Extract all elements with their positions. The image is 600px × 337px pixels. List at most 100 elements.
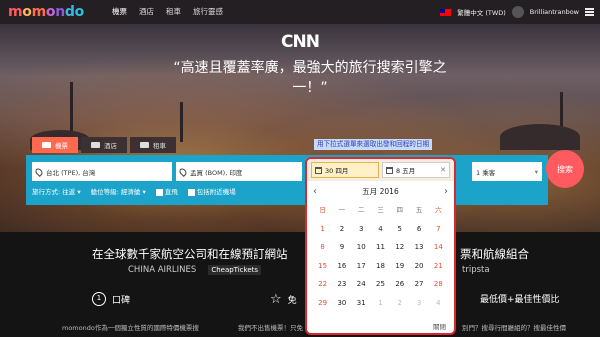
feature-title: 最低價+最佳性價比 xyxy=(480,295,560,305)
tab-flights[interactable]: 機票 xyxy=(32,137,78,153)
calendar-day[interactable]: 6 xyxy=(409,220,428,239)
username[interactable]: Brilliantranbow xyxy=(530,8,579,16)
calendar-day[interactable]: 25 xyxy=(371,275,390,294)
calendar-day[interactable]: 16 xyxy=(332,257,351,276)
depart-date-value: 30 四月 xyxy=(325,167,349,175)
close-calendar-button[interactable]: 關閉 xyxy=(433,321,446,331)
origin-value: 台北 (TPE), 台灣 xyxy=(46,168,96,177)
calendar-day[interactable]: 8 xyxy=(313,238,332,257)
calendar-day[interactable]: 1 xyxy=(371,294,390,313)
star-icon: ☆ xyxy=(270,292,282,307)
weekday-header: 四 xyxy=(396,206,404,214)
direct-label: 直飛 xyxy=(164,188,178,196)
nav-hotels[interactable]: 酒店 xyxy=(139,0,154,26)
calendar-day[interactable]: 15 xyxy=(313,257,332,276)
hamburger-menu-icon[interactable] xyxy=(585,8,594,16)
calendar-day[interactable]: 19 xyxy=(390,257,409,276)
passengers-field[interactable]: 1 乘客 ▾ xyxy=(472,162,542,181)
logo-letter: o xyxy=(22,4,32,20)
calendar-day[interactable]: 14 xyxy=(429,238,448,257)
calendar-day[interactable]: 11 xyxy=(371,238,390,257)
date-picker-popover[interactable]: 30 四月 8 五月 ✕ ‹ 五月 2016 › 日一二三四五六12345678… xyxy=(305,157,456,335)
nearby-label: 包括附近機場 xyxy=(196,188,236,196)
nav-flights[interactable]: 機票 xyxy=(111,0,127,26)
calendar-day[interactable]: 21 xyxy=(429,257,448,276)
search-button[interactable]: 搜索 xyxy=(546,150,584,188)
weekday-header: 日 xyxy=(319,206,326,214)
calendar-grid: 日一二三四五六 1 2 3 4 5 6 7 8 9 10 11 12 13 14 15 16 17 18 19 20 21… xyxy=(307,201,454,312)
momondo-logo[interactable]: momondo xyxy=(8,4,84,20)
calendar-day[interactable]: 13 xyxy=(409,238,428,257)
feature-free: ☆ 免 xyxy=(270,292,297,307)
user-avatar[interactable] xyxy=(511,6,524,18)
tab-label: 機票 xyxy=(55,142,68,150)
calendar-day[interactable]: 3 xyxy=(409,294,428,313)
calendar-day[interactable]: 18 xyxy=(371,257,390,276)
calendar-day[interactable]: 31 xyxy=(352,294,371,313)
tab-hotels[interactable]: 酒店 xyxy=(81,137,127,153)
feature-number: 1 xyxy=(92,292,106,306)
feature-description: 別門？搜尋行間廳組的？搜最佳性價 xyxy=(462,324,566,332)
calendar-day[interactable]: 4 xyxy=(429,294,448,313)
top-right-controls: 繁體中文 (TWD) Brilliantranbow xyxy=(440,0,594,24)
calendar-day[interactable]: 10 xyxy=(352,238,371,257)
top-bar: momondo 機票 酒店 租車 旅行靈感 繁體中文 (TWD) Brillia… xyxy=(0,0,600,26)
calendar-icon xyxy=(315,166,322,174)
calendar-day[interactable]: 3 xyxy=(352,220,371,239)
weekday-header: 三 xyxy=(377,206,384,214)
partner-logos: CHINA AIRLINES CheapTickets xyxy=(128,265,262,275)
depart-date-field[interactable]: 30 四月 xyxy=(311,162,379,178)
feature-best-value: 最低價+最佳性價比 xyxy=(480,292,560,305)
calendar-icon xyxy=(386,166,393,174)
calendar-day[interactable]: 23 xyxy=(332,275,351,294)
feature-title: 免 xyxy=(287,296,297,306)
logo-letter: n xyxy=(55,4,65,20)
destination-field[interactable]: 孟買 (BOM), 印度 xyxy=(176,162,302,181)
calendar-day[interactable]: 12 xyxy=(390,238,409,257)
tripsta-logo: tripsta xyxy=(462,265,490,275)
tab-cars[interactable]: 租車 xyxy=(130,137,176,153)
calendar-day[interactable]: 2 xyxy=(332,220,351,239)
calendar-day[interactable]: 2 xyxy=(390,294,409,313)
tab-label: 租車 xyxy=(153,142,166,150)
search-tabs: 機票 酒店 租車 xyxy=(32,137,176,153)
nav-cars[interactable]: 租車 xyxy=(166,0,181,26)
calendar-day[interactable]: 24 xyxy=(352,275,371,294)
chevron-left-icon[interactable]: ‹ xyxy=(313,186,317,197)
language-selector[interactable]: 繁體中文 (TWD) xyxy=(457,7,506,17)
direct-checkbox[interactable]: 直飛 xyxy=(155,186,178,196)
cabin-class-value: 艙位等級: 經濟艙 xyxy=(90,188,141,196)
calendar-day[interactable]: 29 xyxy=(313,294,332,313)
cheaptickets-logo: CheapTickets xyxy=(208,265,262,275)
return-date-value: 8 五月 xyxy=(396,167,416,175)
nearby-checkbox[interactable]: 包括附近機場 xyxy=(187,186,236,196)
calendar-day[interactable]: 17 xyxy=(352,257,371,276)
location-pin-icon xyxy=(178,166,188,177)
calendar-day[interactable]: 30 xyxy=(332,294,351,313)
weekday-header: 五 xyxy=(415,206,423,214)
chevron-right-icon[interactable]: › xyxy=(444,186,448,197)
return-date-field[interactable]: 8 五月 ✕ xyxy=(382,162,450,178)
nav-inspiration[interactable]: 旅行靈感 xyxy=(193,0,223,26)
calendar-day[interactable]: 4 xyxy=(371,220,390,239)
calendar-day[interactable]: 26 xyxy=(390,275,409,294)
calendar-day[interactable]: 20 xyxy=(409,257,428,276)
chevron-down-icon: ▾ xyxy=(534,167,538,176)
logo-letter: d xyxy=(64,4,75,20)
month-navigation: ‹ 五月 2016 › xyxy=(307,181,454,201)
calendar-day[interactable]: 9 xyxy=(332,238,351,257)
clear-icon[interactable]: ✕ xyxy=(440,166,446,174)
origin-field[interactable]: 台北 (TPE), 台灣 xyxy=(32,162,172,181)
calendar-day[interactable]: 27 xyxy=(409,275,428,294)
calendar-day[interactable]: 7 xyxy=(429,220,448,239)
calendar-day[interactable]: 5 xyxy=(390,220,409,239)
trip-type-value: 旅行方式: 往返 xyxy=(32,188,76,196)
calendar-day[interactable]: 1 xyxy=(313,220,332,239)
cabin-class-select[interactable]: 艙位等級: 經濟艙 ▾ xyxy=(91,186,146,196)
trip-type-select[interactable]: 旅行方式: 往返 ▾ xyxy=(32,186,81,196)
passengers-value: 1 乘客 xyxy=(476,168,496,177)
calendar-day[interactable]: 22 xyxy=(313,275,332,294)
calendar-day[interactable]: 28 xyxy=(429,275,448,294)
weekday-header: 六 xyxy=(435,206,442,214)
location-pin-icon xyxy=(34,166,44,177)
